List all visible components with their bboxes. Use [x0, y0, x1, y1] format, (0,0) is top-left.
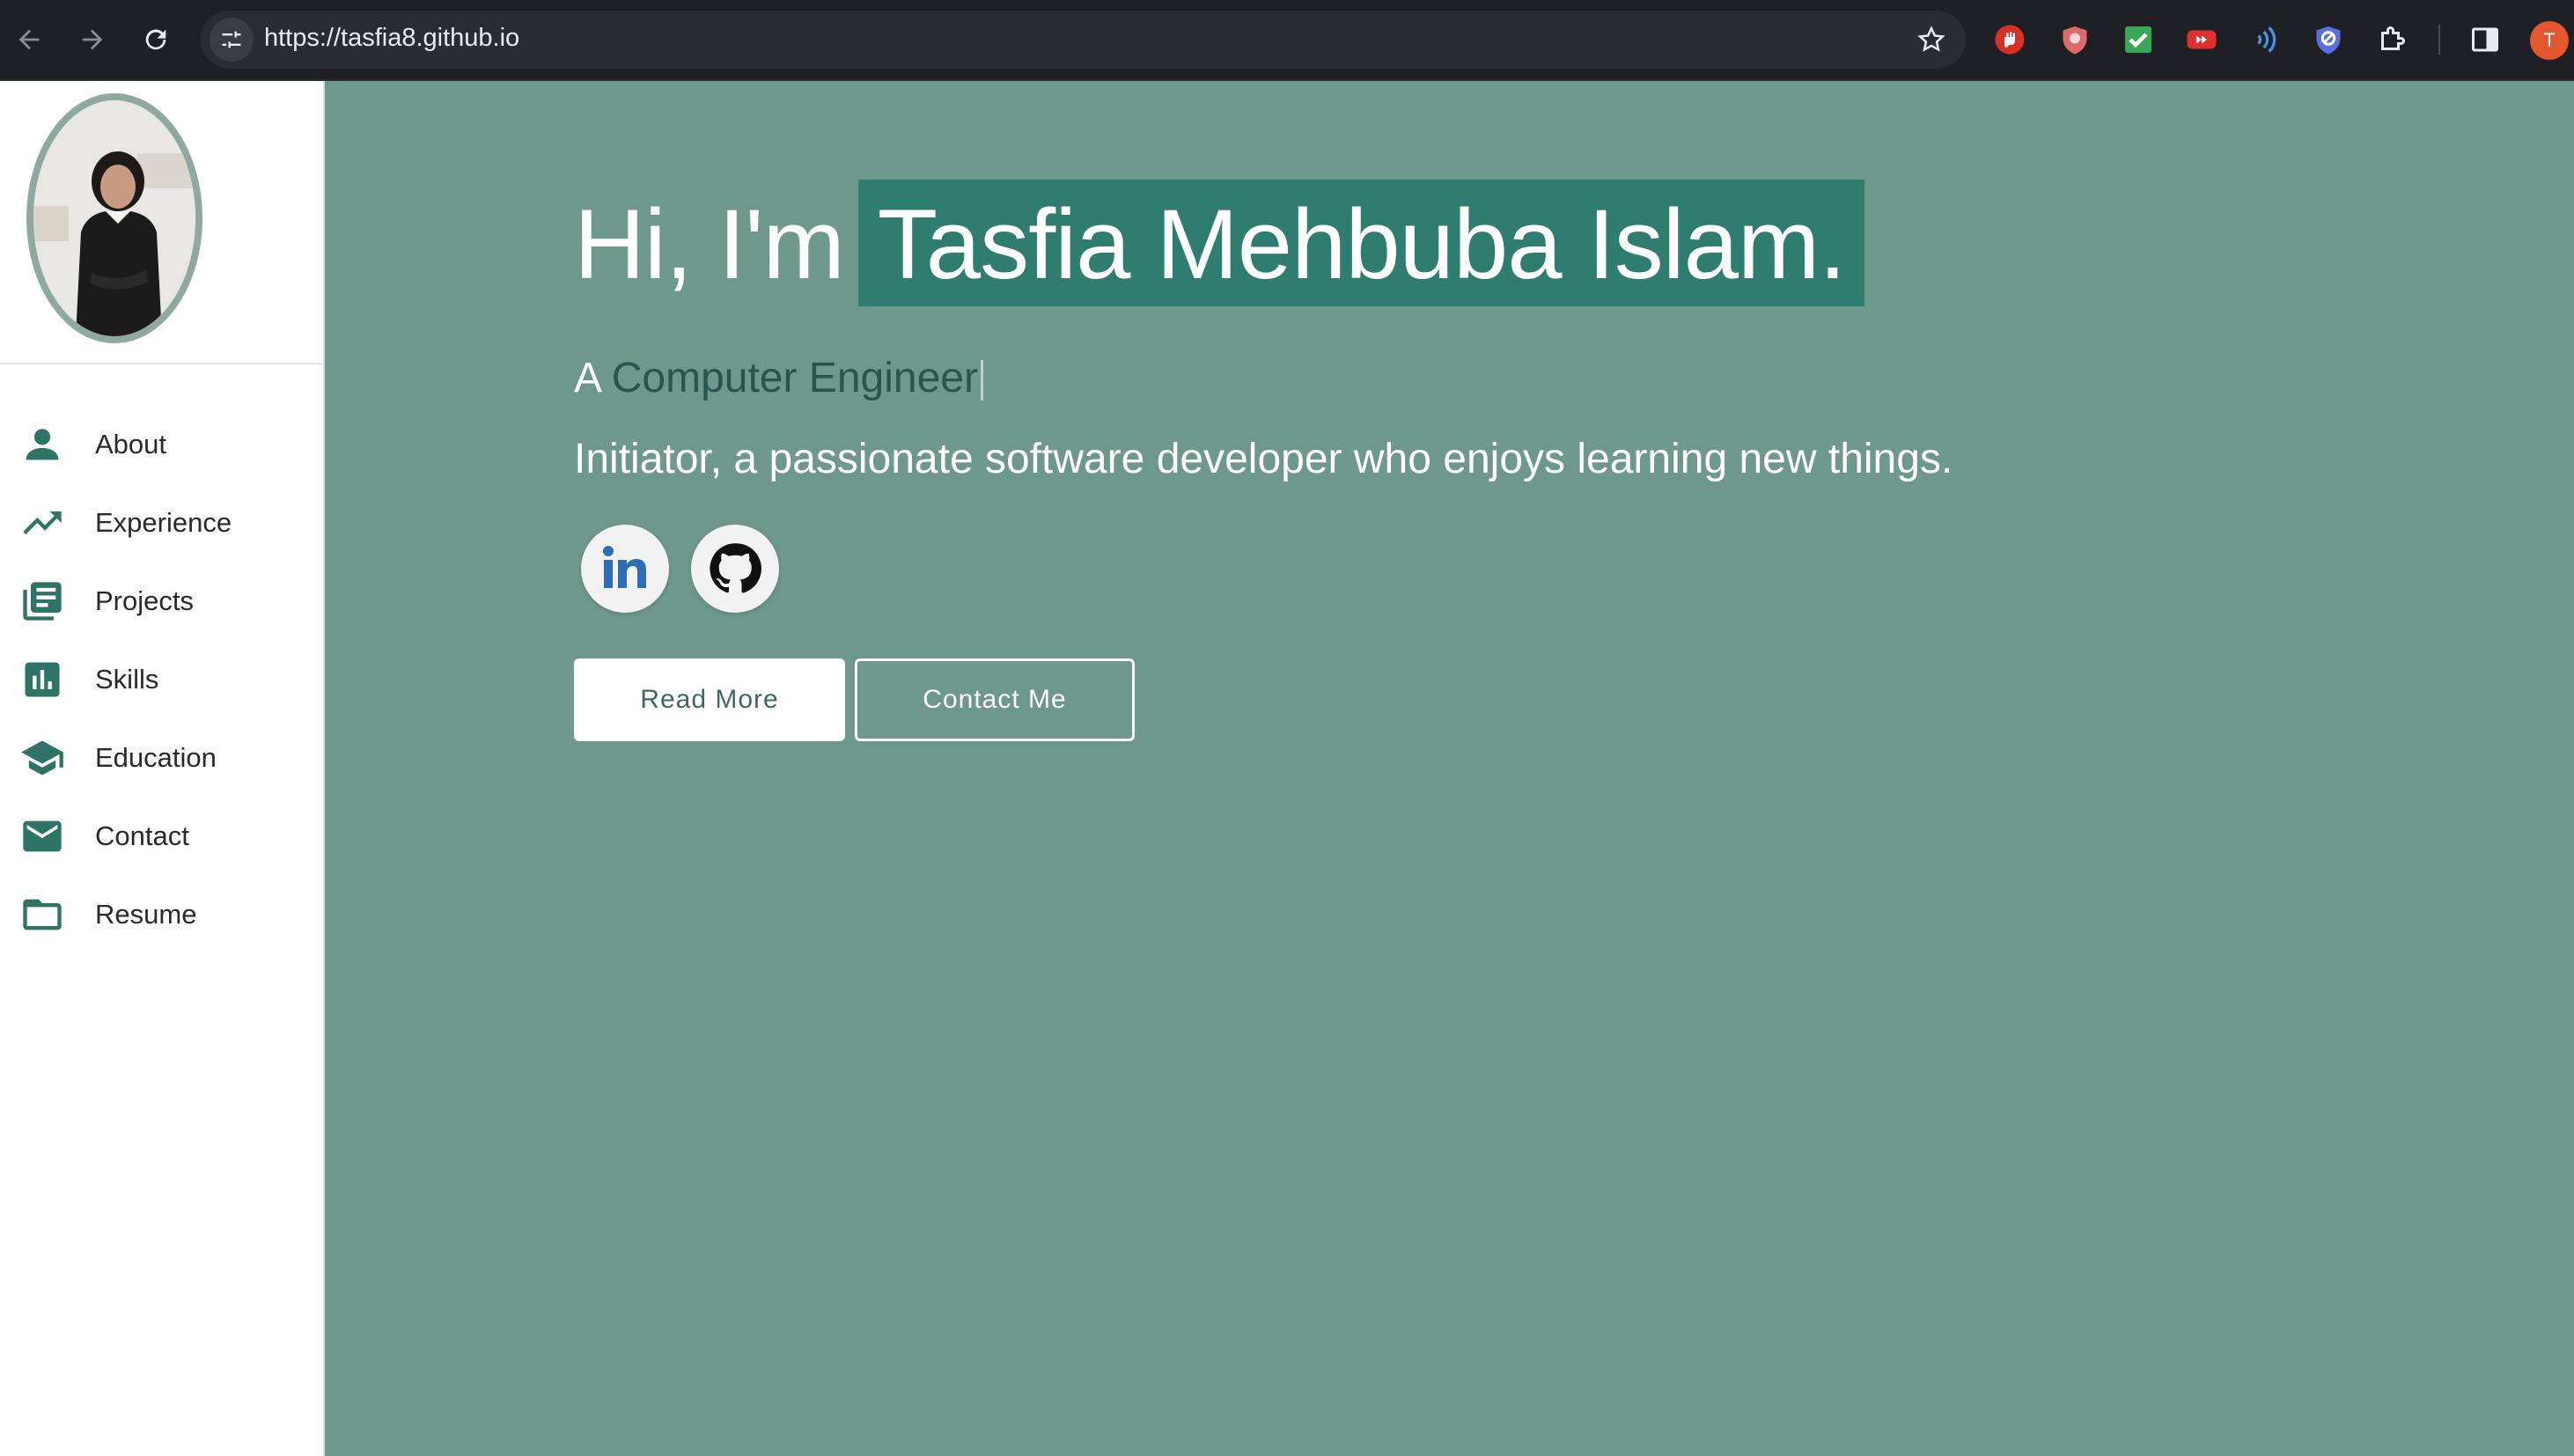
star-icon: [1917, 26, 1945, 52]
sidebar-item-about[interactable]: About: [0, 407, 323, 482]
trending-up-icon: [18, 498, 67, 548]
stop-hand-icon: [1995, 25, 2025, 55]
github-link[interactable]: [691, 525, 779, 613]
sidebar-item-label: About: [95, 429, 167, 460]
tune-icon: [222, 31, 241, 48]
folder-icon: [18, 890, 67, 939]
sidebar-item-contact[interactable]: Contact: [0, 798, 323, 874]
github-icon: [710, 543, 761, 593]
extensions-menu-button[interactable]: [2373, 21, 2410, 58]
youtube-icon: [2187, 30, 2217, 49]
shield-icon: [2063, 26, 2087, 55]
reload-icon: [145, 29, 166, 50]
sidebar: About Experience Projects Skills Educati…: [0, 81, 325, 1456]
read-more-button[interactable]: Read More: [574, 658, 845, 741]
mail-icon: [18, 812, 67, 861]
linkedin-icon: [603, 546, 646, 588]
sidebar-item-label: Experience: [95, 507, 232, 538]
bar-chart-icon: [18, 655, 67, 704]
sidebar-item-resume[interactable]: Resume: [0, 877, 323, 952]
sidebar-item-label: Skills: [95, 664, 159, 695]
reload-button[interactable]: [134, 18, 178, 62]
checkmark-icon: [2125, 26, 2151, 53]
graduation-cap-icon: [18, 733, 67, 783]
extension-button[interactable]: [1991, 21, 2028, 58]
extension-button[interactable]: [2247, 21, 2284, 58]
side-panel-button[interactable]: [2467, 21, 2504, 58]
toolbar-separator: [2438, 25, 2440, 55]
url-text[interactable]: https://tasfia8.github.io: [264, 24, 519, 53]
hero-section: Hi, I'm Tasfia Mehbuba Islam. A Computer …: [325, 81, 2574, 1456]
sidebar-item-label: Projects: [95, 585, 194, 616]
forward-button[interactable]: [70, 18, 114, 62]
tagline: Initiator, a passionate software develop…: [574, 436, 1953, 482]
linkedin-link[interactable]: [581, 525, 669, 613]
extension-button[interactable]: [2183, 21, 2220, 58]
sidebar-item-skills[interactable]: Skills: [0, 642, 323, 717]
greeting-text: Hi, I'm: [574, 189, 845, 299]
role-line: A Computer Engineer: [574, 354, 983, 402]
sidebar-item-experience[interactable]: Experience: [0, 485, 323, 561]
person-icon: [18, 420, 67, 469]
role-prefix: A: [574, 355, 600, 401]
site-info-button[interactable]: [210, 18, 254, 62]
name-highlight: Tasfia Mehbuba Islam.: [857, 180, 1865, 306]
profile-photo: [33, 100, 195, 336]
library-books-icon: [18, 577, 67, 626]
sidebar-divider: [0, 363, 323, 364]
extension-button[interactable]: [2120, 21, 2157, 58]
avatar: [33, 100, 195, 336]
hero-headline: Hi, I'm Tasfia Mehbuba Islam.: [574, 180, 1865, 306]
arrow-left-icon: [18, 29, 40, 50]
browser-toolbar: https://tasfia8.github.io T: [0, 0, 2574, 81]
sidebar-item-label: Resume: [95, 899, 197, 930]
sidebar-item-label: Contact: [95, 820, 189, 851]
typed-role: Computer Engineer: [611, 355, 978, 401]
sidebar-item-label: Education: [95, 742, 217, 773]
side-panel-icon: [2472, 27, 2498, 52]
wave-icon: [2257, 26, 2276, 53]
extension-button[interactable]: [2310, 21, 2347, 58]
typing-cursor: [980, 360, 983, 401]
puzzle-icon: [2381, 26, 2405, 50]
shield-check-icon: [2316, 26, 2341, 55]
sidebar-item-projects[interactable]: Projects: [0, 563, 323, 639]
address-bar[interactable]: https://tasfia8.github.io: [201, 11, 1966, 69]
profile-avatar[interactable]: T: [2530, 21, 2569, 60]
bookmark-button[interactable]: [1913, 21, 1950, 58]
back-button[interactable]: [7, 18, 51, 62]
extension-button[interactable]: [2056, 21, 2093, 58]
arrow-right-icon: [82, 29, 103, 50]
sidebar-item-education[interactable]: Education: [0, 720, 323, 796]
avatar-frame: [26, 93, 202, 343]
contact-me-button[interactable]: Contact Me: [855, 658, 1135, 741]
